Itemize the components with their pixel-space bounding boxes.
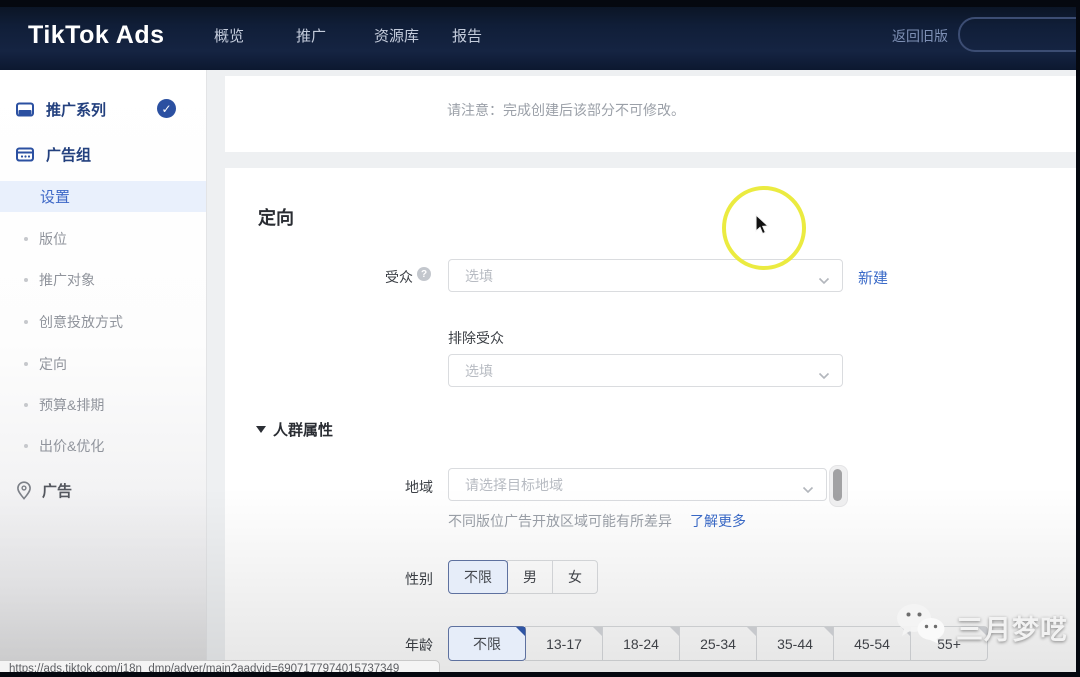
age-button-group: 不限 13-17 18-24 25-34 35-44 — [448, 626, 988, 661]
age-option-label: 25-34 — [700, 636, 736, 652]
audience-select[interactable]: 选填 — [448, 259, 843, 292]
sidebar-item-label: 设置 — [40, 186, 70, 207]
help-icon[interactable]: ? — [417, 267, 431, 281]
age-option-45-54[interactable]: 45-54 — [833, 626, 911, 661]
age-label: 年龄 — [405, 635, 433, 655]
sidebar-item-label: 广告 — [42, 480, 72, 501]
demographics-collapse-header[interactable]: 人群属性 — [256, 419, 333, 440]
sidebar-item-placement[interactable]: 版位 — [0, 226, 206, 252]
section-title: 定向 — [258, 204, 294, 230]
sidebar-item-label: 创意投放方式 — [39, 312, 123, 332]
sidebar-item-creative-delivery[interactable]: 创意投放方式 — [0, 309, 206, 335]
audience-label: 受众 — [385, 267, 413, 287]
check-circle-icon: ✓ — [157, 99, 176, 118]
top-navigation-bar: TikTok Ads 概览 推广 资源库 报告 返回旧版 — [0, 7, 1080, 70]
exclude-audience-label: 排除受众 — [448, 328, 504, 348]
notice-card: 请注意：完成创建后该部分不可修改。 — [225, 76, 1080, 152]
sidebar-item-label: 广告组 — [46, 144, 91, 165]
bullet-dot-icon — [24, 278, 28, 282]
corner-mark-icon — [824, 627, 833, 636]
sidebar-item-ad[interactable]: 广告 — [0, 476, 206, 504]
age-option-25-34[interactable]: 25-34 — [679, 626, 757, 661]
bullet-dot-icon — [24, 237, 28, 241]
nav-tab-promotion[interactable]: 推广 — [296, 25, 326, 46]
gender-option-male[interactable]: 男 — [507, 560, 553, 594]
video-top-border — [0, 0, 1080, 7]
nav-tab-overview[interactable]: 概览 — [214, 25, 244, 46]
age-option-label: 35-44 — [777, 636, 813, 652]
step-sidebar: 推广系列 ✓ 广告组 设置 版位 推广对象 — [0, 70, 207, 677]
bullet-dot-icon — [24, 403, 28, 407]
age-option-18-24[interactable]: 18-24 — [602, 626, 680, 661]
sidebar-item-label: 预算&排期 — [39, 395, 104, 415]
scrollbar-track[interactable] — [829, 465, 848, 507]
demographics-title: 人群属性 — [273, 419, 333, 440]
bullet-dot-icon — [24, 444, 28, 448]
gender-option-unlimited[interactable]: 不限 — [448, 560, 508, 594]
selected-corner-icon — [516, 627, 525, 636]
targeting-form-card: 定向 受众 ? 选填 新建 排除受众 选填 人群属性 — [225, 168, 1080, 677]
sidebar-item-label: 定向 — [39, 354, 67, 374]
sidebar-item-label: 版位 — [39, 229, 67, 249]
age-option-label: 55+ — [937, 636, 961, 652]
sidebar-item-label: 推广系列 — [46, 99, 106, 120]
sidebar-item-bid-optimization[interactable]: 出价&优化 — [0, 433, 206, 459]
back-to-old-version-link[interactable]: 返回旧版 — [892, 26, 948, 46]
chevron-down-icon — [818, 272, 830, 290]
nav-tab-assets[interactable]: 资源库 — [374, 25, 419, 46]
age-option-label: 45-54 — [854, 636, 890, 652]
video-right-border — [1076, 0, 1080, 677]
learn-more-link[interactable]: 了解更多 — [690, 511, 746, 531]
age-option-35-44[interactable]: 35-44 — [756, 626, 834, 661]
corner-mark-icon — [747, 627, 756, 636]
exclude-audience-select[interactable]: 选填 — [448, 354, 843, 387]
main-content: 请注意：完成创建后该部分不可修改。 定向 受众 ? 选填 新建 排除受众 选填 — [207, 70, 1080, 677]
adgroup-icon — [16, 146, 34, 162]
sidebar-item-targeting[interactable]: 定向 — [0, 351, 206, 377]
search-pill[interactable] — [958, 17, 1080, 52]
gender-button-group: 不限 男 女 — [448, 560, 598, 594]
video-bottom-border — [0, 672, 1080, 677]
gender-option-female[interactable]: 女 — [552, 560, 598, 594]
sidebar-item-promotion-object[interactable]: 推广对象 — [0, 267, 206, 293]
gender-label: 性别 — [405, 569, 433, 589]
chevron-down-icon — [818, 367, 830, 385]
nav-tab-report[interactable]: 报告 — [452, 25, 482, 46]
age-option-55plus[interactable]: 55+ — [910, 626, 988, 661]
bullet-dot-icon — [24, 320, 28, 324]
chevron-down-icon — [802, 481, 814, 499]
scrollbar-thumb[interactable] — [833, 469, 842, 501]
tiktok-ads-app: TikTok Ads 概览 推广 资源库 报告 返回旧版 推广系列 ✓ — [0, 0, 1080, 677]
sidebar-item-settings[interactable]: 设置 — [0, 181, 206, 212]
age-option-unlimited[interactable]: 不限 — [448, 626, 526, 661]
campaign-icon — [16, 102, 34, 117]
sidebar-item-label: 出价&优化 — [39, 436, 104, 456]
audience-placeholder: 选填 — [465, 266, 493, 286]
corner-mark-icon — [901, 627, 910, 636]
corner-mark-icon — [670, 627, 679, 636]
bullet-dot-icon — [24, 362, 28, 366]
notice-text: 请注意：完成创建后该部分不可修改。 — [447, 100, 685, 120]
sidebar-item-label: 推广对象 — [39, 270, 95, 290]
location-helper-text: 不同版位广告开放区域可能有所差异 — [448, 511, 672, 531]
sidebar-item-budget-schedule[interactable]: 预算&排期 — [0, 392, 206, 418]
ad-pin-icon — [16, 481, 32, 500]
corner-mark-icon — [593, 627, 602, 636]
age-option-13-17[interactable]: 13-17 — [525, 626, 603, 661]
age-option-label: 13-17 — [546, 636, 582, 652]
tiktok-ads-logo: TikTok Ads — [28, 21, 165, 50]
age-option-label: 不限 — [473, 634, 501, 654]
age-option-label: 18-24 — [623, 636, 659, 652]
sidebar-item-adgroup[interactable]: 广告组 — [0, 139, 206, 169]
caret-down-icon — [256, 426, 266, 433]
location-placeholder: 请选择目标地域 — [465, 475, 563, 495]
location-select[interactable]: 请选择目标地域 — [448, 468, 827, 501]
location-label: 地域 — [405, 477, 433, 497]
corner-mark-icon — [978, 627, 987, 636]
exclude-audience-placeholder: 选填 — [465, 361, 493, 381]
new-audience-button[interactable]: 新建 — [858, 267, 888, 288]
